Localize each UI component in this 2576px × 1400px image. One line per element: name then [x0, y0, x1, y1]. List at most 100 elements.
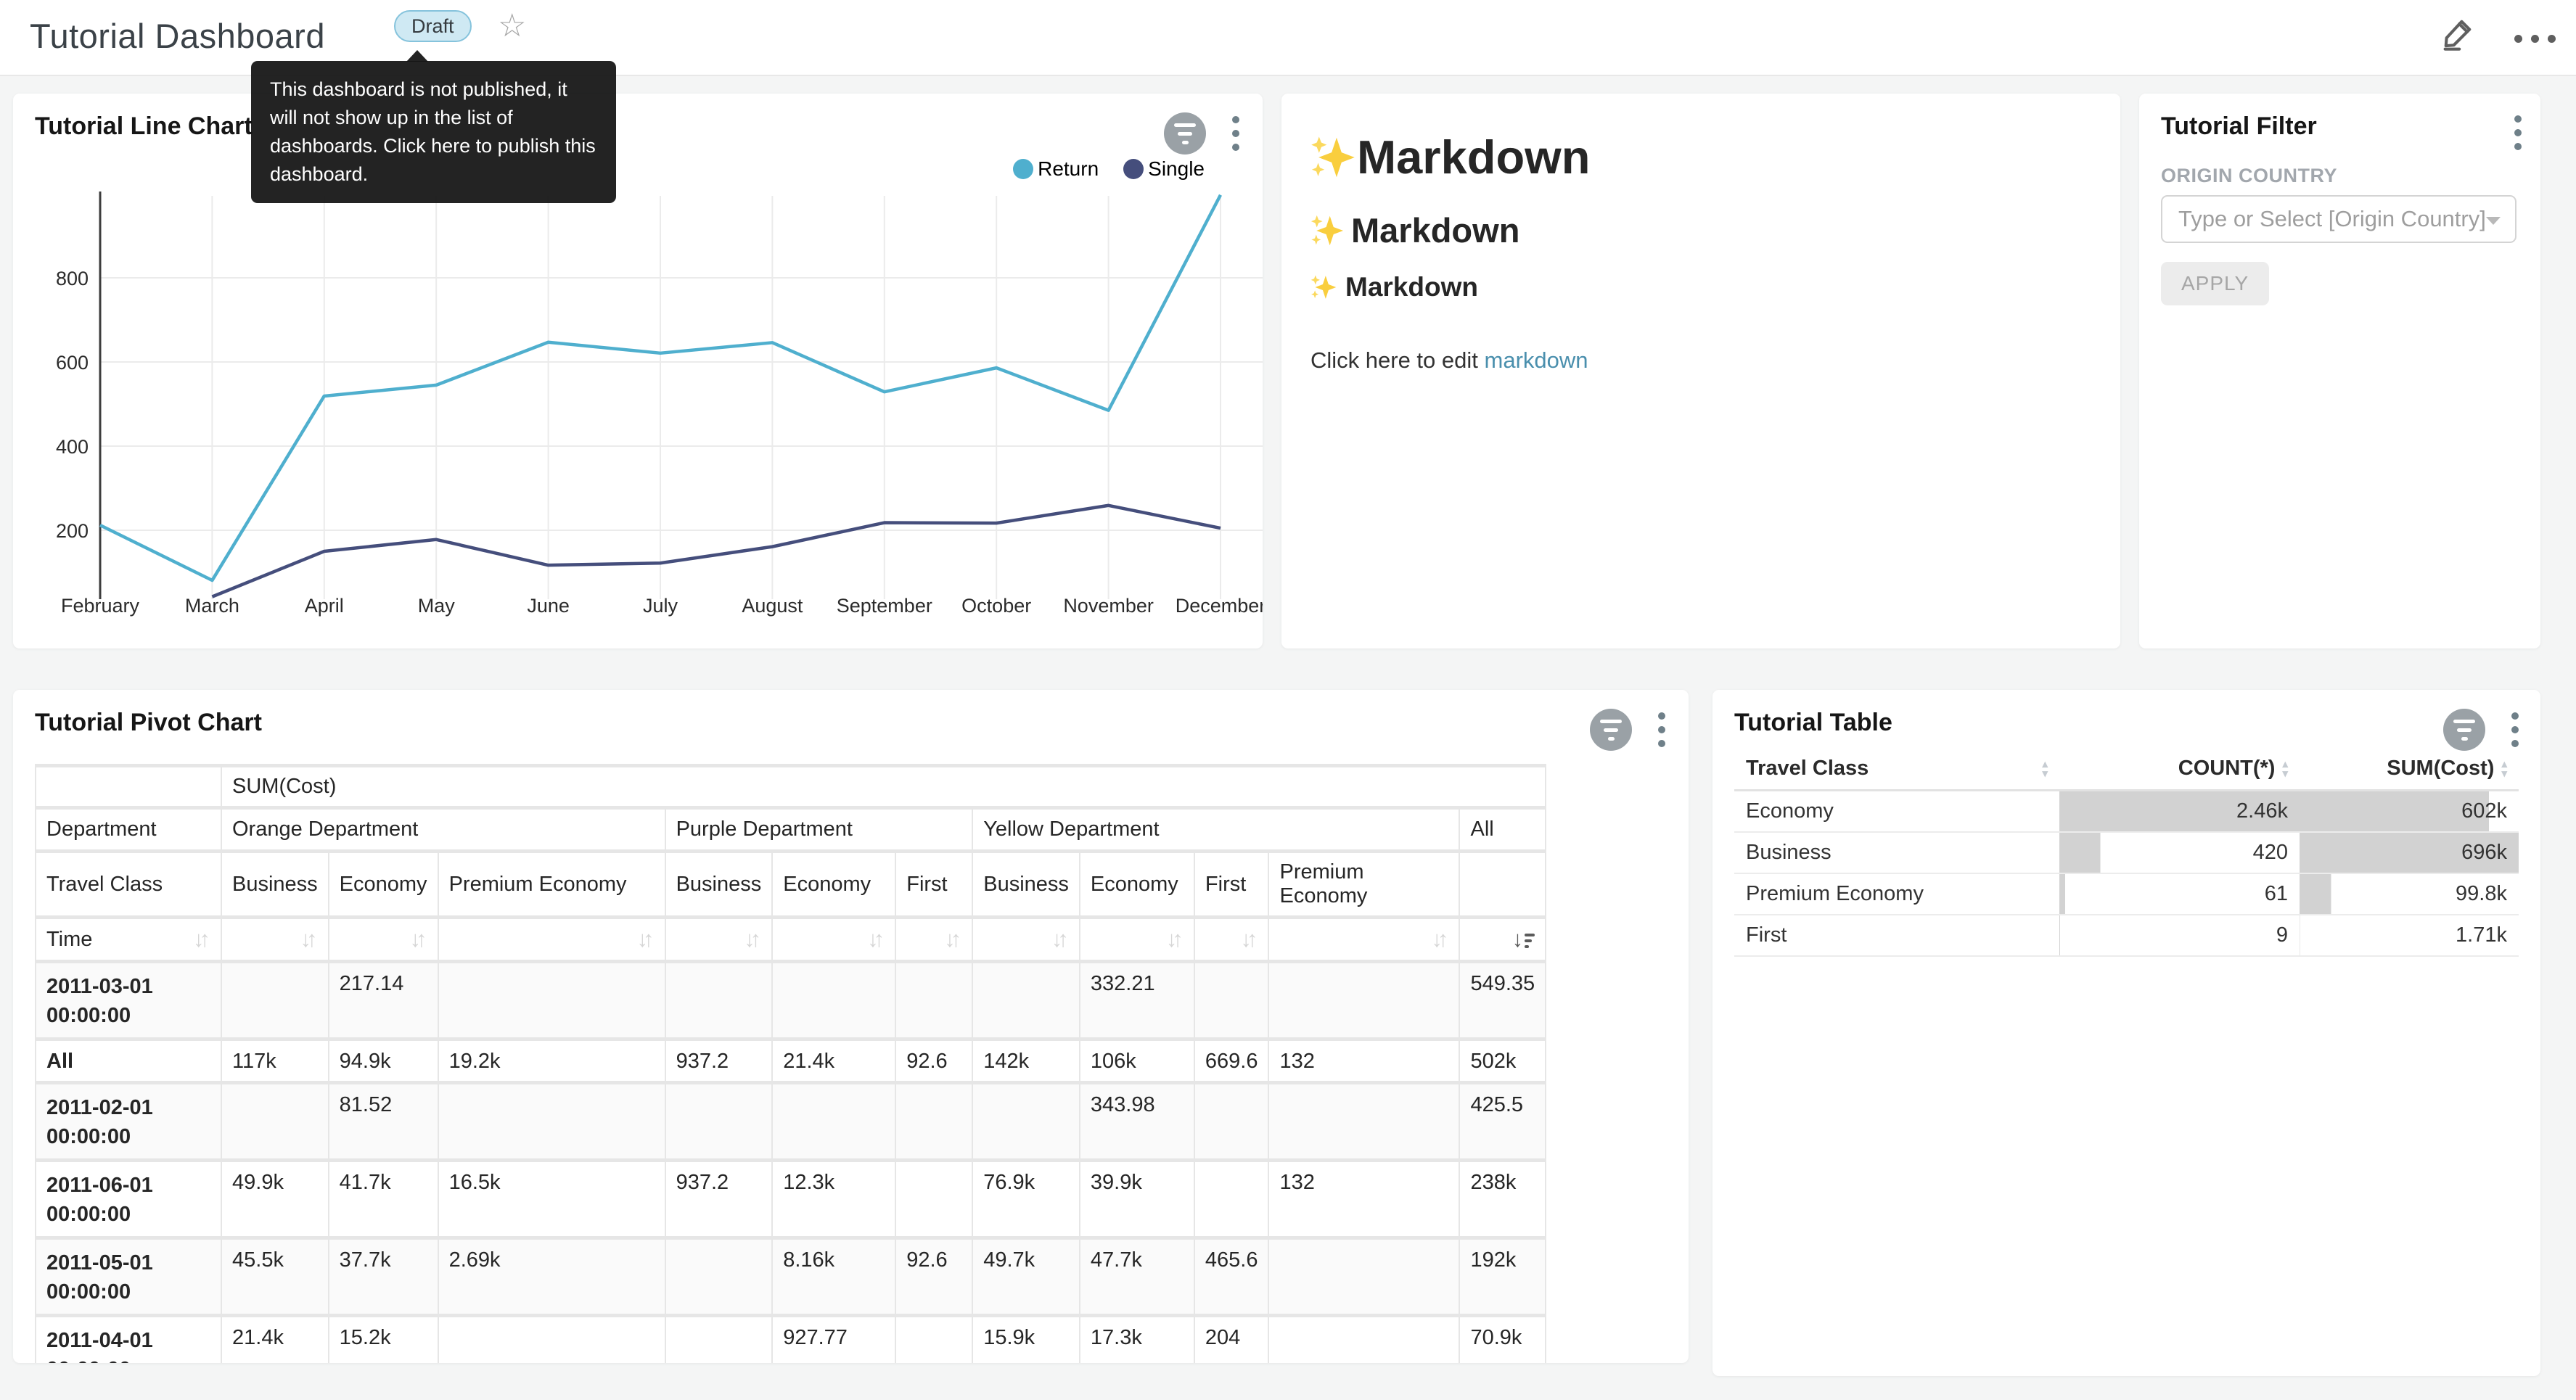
pivot-sort-header[interactable]: ↓↑: [221, 918, 329, 962]
pivot-sort-header[interactable]: ↓↑: [1194, 918, 1269, 962]
pivot-sort-header[interactable]: ↓↑: [895, 918, 972, 962]
sort-icon[interactable]: ↓↑: [637, 926, 655, 952]
origin-country-placeholder: Type or Select [Origin Country]: [2178, 206, 2486, 232]
svg-text:May: May: [418, 595, 456, 617]
draft-badge[interactable]: Draft: [394, 10, 472, 42]
pivot-cell: 39.9k: [1080, 1161, 1194, 1238]
pivot-sort-header[interactable]: ↓: [1459, 918, 1546, 962]
svg-text:600: 600: [56, 352, 89, 374]
edit-markdown-link[interactable]: markdown: [1485, 347, 1588, 373]
edit-dashboard-icon[interactable]: [2439, 15, 2477, 52]
table-kebab-menu-icon[interactable]: [2507, 709, 2523, 750]
svg-text:September: September: [837, 595, 932, 617]
filter-kebab-menu-icon[interactable]: [2510, 112, 2526, 153]
pivot-sort-header[interactable]: ↓↑: [972, 918, 1080, 962]
pivot-cell: 21.4k: [221, 1316, 329, 1364]
more-options-icon[interactable]: [2514, 25, 2556, 43]
table-card: Tutorial Table Travel Class▴▾COUNT(*)▴▾S…: [1712, 690, 2540, 1376]
legend-item-return[interactable]: Return: [1013, 157, 1099, 181]
table-filter-icon[interactable]: [2443, 709, 2485, 751]
pivot-cell: 15.9k: [972, 1316, 1080, 1364]
table-col-header[interactable]: SUM(Cost)▴▾: [2300, 748, 2519, 791]
sort-desc-active-icon[interactable]: ↓: [1512, 926, 1535, 952]
table-cell-travel-class: Economy: [1734, 791, 2059, 832]
chart-legend: Return Single: [1013, 157, 1205, 181]
pivot-cell: [665, 1238, 773, 1316]
pivot-cell: [1268, 1238, 1459, 1316]
pivot-subcol-header: First: [1194, 852, 1269, 918]
pivot-table: SUM(Cost)DepartmentOrange DepartmentPurp…: [35, 764, 1546, 1363]
sort-icon[interactable]: ↓↑: [744, 926, 761, 952]
pivot-row-label: 2011-04-01 00:00:00: [36, 1316, 221, 1364]
filter-card: Tutorial Filter ORIGIN COUNTRY Type or S…: [2139, 94, 2540, 648]
sort-icon[interactable]: ↓↑: [1166, 926, 1184, 952]
pivot-cell: 76.9k: [972, 1161, 1080, 1238]
sort-icon[interactable]: ↓↑: [1240, 926, 1258, 952]
favorite-star-icon[interactable]: ☆: [498, 9, 526, 44]
legend-item-single[interactable]: Single: [1123, 157, 1205, 181]
pivot-corner-cell: [36, 766, 221, 808]
page-title: Tutorial Dashboard: [30, 16, 325, 56]
markdown-card: Markdown Markdown Markdown Click here to…: [1281, 94, 2120, 648]
pivot-cell: [895, 1316, 972, 1364]
pivot-cell: 142k: [972, 1039, 1080, 1083]
pivot-cell: 343.98: [1080, 1083, 1194, 1161]
pivot-cell: [972, 1083, 1080, 1161]
pivot-cell: 106k: [1080, 1039, 1194, 1083]
sparkles-icon: [1310, 274, 1337, 300]
pivot-sort-header[interactable]: ↓↑: [772, 918, 895, 962]
pivot-group-header: Purple Department: [665, 808, 973, 852]
pivot-cell: 425.5: [1459, 1083, 1546, 1161]
sort-icon[interactable]: ↓↑: [1431, 926, 1448, 952]
sort-carets-icon: ▴▾: [2042, 759, 2048, 778]
sort-icon[interactable]: ↓↑: [193, 926, 210, 952]
svg-text:July: July: [643, 595, 678, 617]
line-chart-card: Tutorial Line Chart Return Single 200400…: [13, 94, 1263, 648]
pivot-cell: 132: [1268, 1039, 1459, 1083]
table-col-header[interactable]: COUNT(*)▴▾: [2059, 748, 2300, 791]
svg-text:October: October: [961, 595, 1031, 617]
sort-icon[interactable]: ↓↑: [410, 926, 427, 952]
apply-button[interactable]: APPLY: [2161, 262, 2269, 305]
pivot-sort-header[interactable]: ↓↑: [1080, 918, 1194, 962]
sort-icon[interactable]: ↓↑: [867, 926, 885, 952]
pivot-metric-header: SUM(Cost): [221, 766, 1546, 808]
pivot-cell: [1194, 962, 1269, 1039]
pivot-subcol-header: Business: [972, 852, 1080, 918]
svg-text:200: 200: [56, 520, 89, 542]
pivot-kebab-menu-icon[interactable]: [1654, 709, 1670, 750]
pivot-row-label: 2011-02-01 00:00:00: [36, 1083, 221, 1161]
markdown-h3: Markdown: [1310, 272, 2091, 302]
pivot-time-header[interactable]: Time↓↑: [36, 918, 221, 962]
table-col-header[interactable]: Travel Class▴▾: [1734, 748, 2059, 791]
sort-icon[interactable]: ↓↑: [300, 926, 318, 952]
sparkles-icon: [1310, 135, 1355, 180]
pivot-cell: [665, 1316, 773, 1364]
pivot-cell: [665, 1083, 773, 1161]
pivot-cell: 16.5k: [438, 1161, 665, 1238]
svg-text:November: November: [1063, 595, 1154, 617]
pivot-row-dim-header: Department: [36, 808, 221, 852]
chevron-down-icon: [2486, 217, 2501, 225]
sort-icon[interactable]: ↓↑: [1051, 926, 1069, 952]
table-row: First91.71k: [1734, 915, 2519, 956]
table-cell-travel-class: Premium Economy: [1734, 873, 2059, 915]
pivot-cell: 204: [1194, 1316, 1269, 1364]
sort-icon[interactable]: ↓↑: [944, 926, 961, 952]
origin-country-select[interactable]: Type or Select [Origin Country]: [2161, 195, 2516, 243]
pivot-sort-header[interactable]: ↓↑: [329, 918, 438, 962]
pivot-cell: 12.3k: [772, 1161, 895, 1238]
pivot-group-header: Orange Department: [221, 808, 665, 852]
sort-carets-icon: ▴▾: [2282, 759, 2288, 778]
pivot-cell: 49.9k: [221, 1161, 329, 1238]
pivot-cell: 117k: [221, 1039, 329, 1083]
pivot-sort-header[interactable]: ↓↑: [438, 918, 665, 962]
pivot-cell: 92.6: [895, 1039, 972, 1083]
pivot-cell: 2.69k: [438, 1238, 665, 1316]
pivot-sort-header[interactable]: ↓↑: [665, 918, 773, 962]
sort-carets-icon: ▴▾: [2501, 759, 2507, 778]
pivot-cell: 70.9k: [1459, 1316, 1546, 1364]
pivot-cell: 37.7k: [329, 1238, 438, 1316]
pivot-sort-header[interactable]: ↓↑: [1268, 918, 1459, 962]
pivot-filter-icon[interactable]: [1590, 709, 1632, 751]
